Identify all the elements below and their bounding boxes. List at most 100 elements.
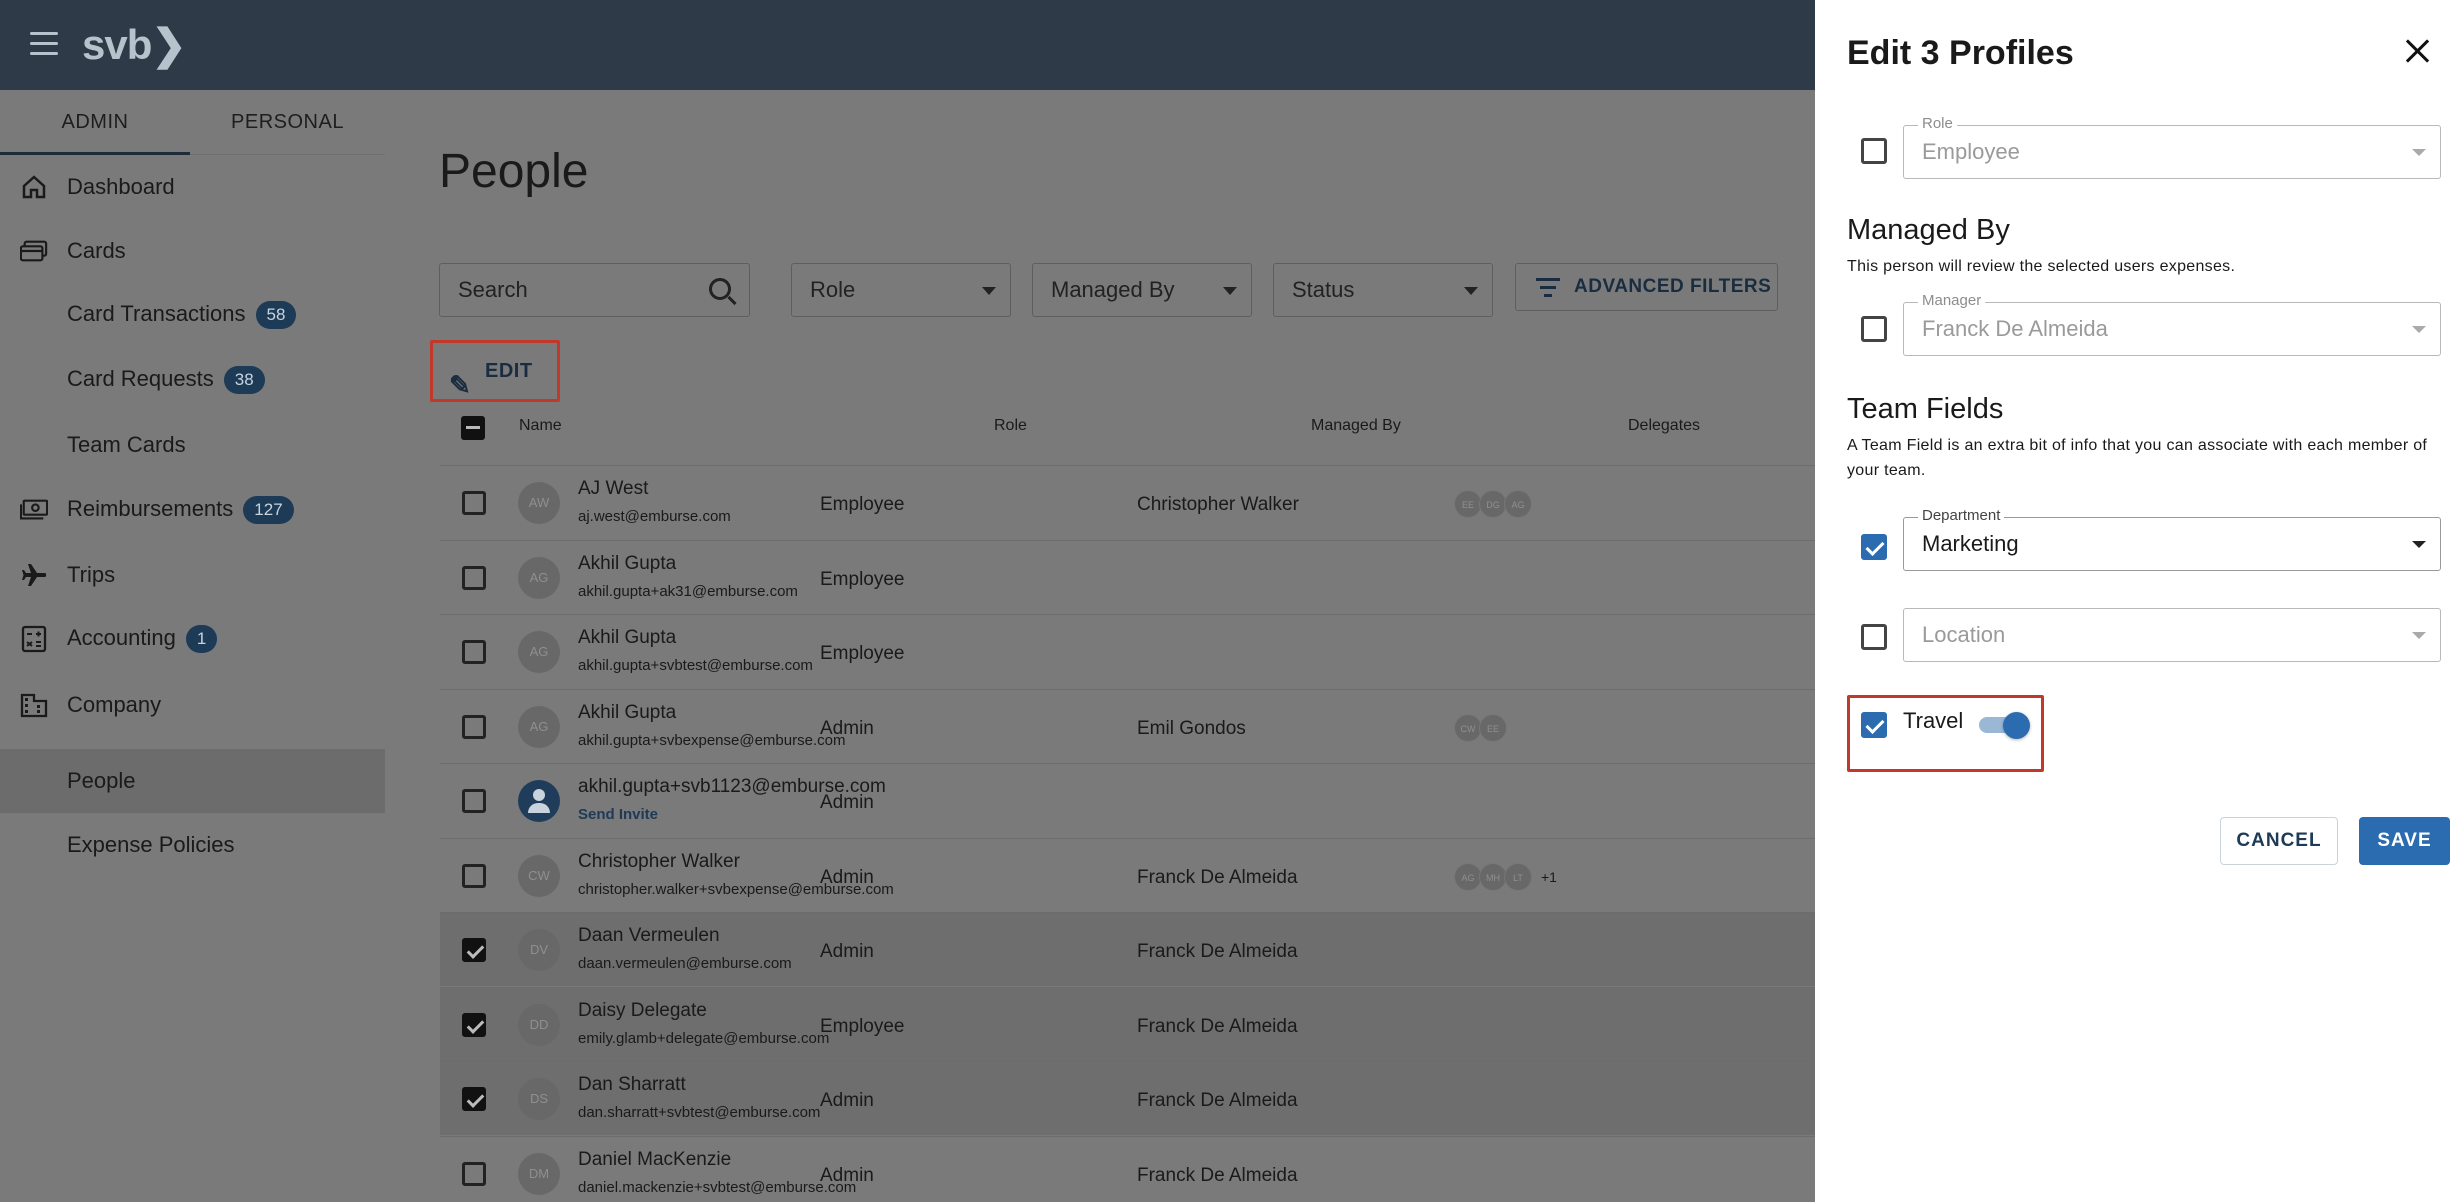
- manager-select[interactable]: Manager Franck De Almeida: [1903, 292, 2441, 356]
- role-filter-select[interactable]: Role: [791, 263, 1011, 317]
- travel-toggle[interactable]: [1977, 711, 2031, 739]
- search-placeholder: Search: [458, 277, 528, 302]
- user-name[interactable]: Daniel MacKenzie: [578, 1149, 731, 1171]
- sidebar-item-people[interactable]: People: [0, 749, 385, 813]
- avatar: AG: [518, 631, 560, 673]
- chevron-down-icon: [2412, 541, 2426, 548]
- location-placeholder: Location: [1922, 622, 2006, 647]
- search-input[interactable]: Search: [439, 263, 750, 317]
- user-email: emily.glamb+delegate@emburse.com: [578, 1029, 830, 1047]
- department-select-label: Department: [1918, 507, 2005, 525]
- advanced-filters-button[interactable]: ADVANCED FILTERS: [1515, 263, 1778, 311]
- user-email: akhil.gupta+svbexpense@emburse.com: [578, 731, 846, 749]
- edit-label: EDIT: [485, 360, 533, 382]
- manager-field-checkbox[interactable]: [1861, 316, 1887, 342]
- avatar: AW: [518, 482, 560, 524]
- role-field-checkbox[interactable]: [1861, 138, 1887, 164]
- table-row[interactable]: DM Daniel MacKenzie daniel.mackenzie+svbte…: [440, 1135, 1815, 1202]
- table-row[interactable]: DD Daisy Delegate emily.glamb+delegate@emb…: [440, 986, 1815, 1061]
- edit-button[interactable]: ✎ EDIT: [430, 340, 560, 402]
- row-checkbox[interactable]: [462, 1087, 486, 1111]
- row-checkbox[interactable]: [462, 640, 486, 664]
- search-icon[interactable]: [709, 278, 731, 300]
- managed-by-heading: Managed By: [1847, 214, 2010, 246]
- manager-select-label: Manager: [1918, 292, 1986, 310]
- row-checkbox[interactable]: [462, 714, 486, 739]
- column-header-managed-by[interactable]: Managed By: [1311, 417, 1401, 435]
- column-header-role[interactable]: Role: [994, 417, 1027, 435]
- user-name[interactable]: Christopher Walker: [578, 851, 740, 873]
- avatar: AG: [518, 705, 560, 748]
- building-icon: [20, 691, 48, 719]
- user-name[interactable]: AJ West: [578, 478, 648, 500]
- save-button[interactable]: SAVE: [2359, 817, 2450, 865]
- sidebar-tabs: ADMIN PERSONAL: [0, 90, 385, 155]
- close-icon[interactable]: [2405, 38, 2431, 64]
- cancel-button[interactable]: CANCEL: [2220, 817, 2338, 865]
- table-row[interactable]: DV Daan Vermeulen daan.vermeulen@emburse.c…: [440, 912, 1815, 986]
- user-name[interactable]: Akhil Gupta: [578, 553, 676, 575]
- row-checkbox[interactable]: [462, 938, 486, 962]
- sidebar-item-team-cards[interactable]: Team Cards: [0, 413, 385, 477]
- row-checkbox[interactable]: [462, 863, 486, 888]
- table-row[interactable]: AG Akhil Gupta akhil.gupta+svbexpense@embu…: [440, 688, 1815, 763]
- select-all-checkbox[interactable]: [461, 416, 485, 440]
- department-field-checkbox[interactable]: [1861, 534, 1887, 560]
- user-manager: Franck De Almeida: [1137, 866, 1298, 888]
- user-name[interactable]: Dan Sharratt: [578, 1074, 686, 1096]
- travel-field-checkbox[interactable]: [1861, 712, 1887, 738]
- user-name[interactable]: Daan Vermeulen: [578, 925, 720, 947]
- status-filter-select[interactable]: Status: [1273, 263, 1493, 317]
- sidebar-item-expense-policies[interactable]: Expense Policies: [0, 813, 385, 877]
- user-email: aj.west@emburse.com: [578, 508, 731, 525]
- row-checkbox[interactable]: [462, 1161, 486, 1186]
- user-name[interactable]: Akhil Gupta: [578, 702, 676, 724]
- table-row[interactable]: akhil.gupta+svb1123@emburse.com Send Invi…: [440, 763, 1815, 837]
- row-checkbox[interactable]: [462, 491, 486, 515]
- tab-personal[interactable]: PERSONAL: [190, 90, 385, 155]
- hamburger-menu-icon[interactable]: [30, 32, 58, 56]
- table-row[interactable]: AG Akhil Gupta akhil.gupta+svbtest@emburse…: [440, 614, 1815, 688]
- user-manager: Franck De Almeida: [1137, 1090, 1298, 1111]
- count-badge: 1: [185, 625, 218, 654]
- location-select[interactable]: Location: [1903, 608, 2441, 662]
- user-role: Admin: [820, 866, 874, 888]
- delegates-group: AG MH LT +1: [1454, 862, 1557, 891]
- sidebar-item-cards[interactable]: Cards: [0, 219, 385, 283]
- delegate-avatar: MH: [1479, 862, 1507, 891]
- send-invite-link[interactable]: Send Invite: [578, 806, 658, 823]
- delegate-avatar: LT: [1504, 862, 1532, 891]
- count-badge: 38: [223, 366, 265, 395]
- sidebar-item-card-requests[interactable]: Card Requests 38: [0, 348, 385, 412]
- role-select[interactable]: Role Employee: [1903, 115, 2441, 179]
- avatar: DD: [518, 1003, 560, 1046]
- managed-by-filter-select[interactable]: Managed By: [1032, 263, 1252, 317]
- count-badge: 127: [243, 496, 294, 525]
- user-name[interactable]: Daisy Delegate: [578, 1000, 707, 1022]
- sidebar-item-dashboard[interactable]: Dashboard: [0, 155, 385, 219]
- table-row[interactable]: AW AJ West aj.west@emburse.com Employee Chri…: [440, 465, 1815, 539]
- sidebar-item-accounting[interactable]: Accounting 1: [0, 607, 385, 671]
- avatar: DM: [518, 1152, 560, 1195]
- avatar: CW: [518, 854, 560, 897]
- sidebar-item-reimbursements[interactable]: Reimbursements 127: [0, 478, 385, 542]
- location-field-checkbox[interactable]: [1861, 624, 1887, 650]
- sidebar-item-label: Company: [67, 692, 162, 717]
- column-header-name[interactable]: Name: [519, 417, 562, 435]
- drawer-title: Edit 3 Profiles: [1847, 34, 2074, 72]
- user-name[interactable]: Akhil Gupta: [578, 627, 676, 649]
- table-row[interactable]: AG Akhil Gupta akhil.gupta+ak31@emburse.co…: [440, 539, 1815, 614]
- sidebar-item-company[interactable]: Company: [0, 673, 385, 737]
- table-row[interactable]: CW Christopher Walker christopher.walker+s…: [440, 837, 1815, 912]
- row-checkbox[interactable]: [462, 789, 486, 813]
- row-checkbox[interactable]: [462, 1012, 486, 1037]
- chevron-down-icon: [1464, 287, 1478, 295]
- table-row[interactable]: DS Dan Sharratt dan.sharratt+svbtest@embur…: [440, 1061, 1815, 1135]
- svb-logo[interactable]: svb❯: [82, 20, 187, 69]
- chevron-down-icon: [982, 287, 996, 295]
- row-checkbox[interactable]: [462, 565, 486, 590]
- sidebar-item-trips[interactable]: Trips: [0, 543, 385, 607]
- tab-admin[interactable]: ADMIN: [0, 90, 190, 155]
- department-select[interactable]: Department Marketing: [1903, 507, 2441, 571]
- sidebar-item-card-transactions[interactable]: Card Transactions 58: [0, 283, 385, 347]
